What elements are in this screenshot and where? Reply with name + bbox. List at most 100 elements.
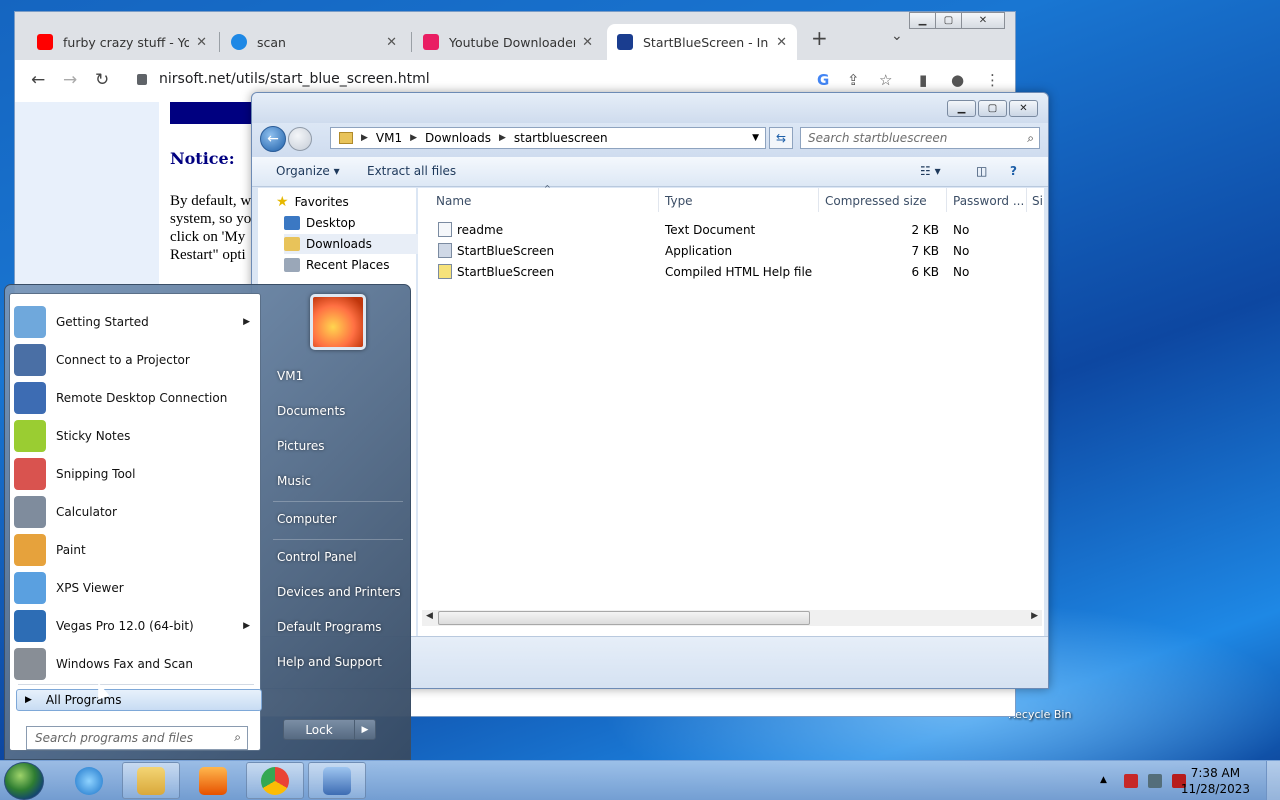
chevron-down-icon[interactable]: ▼ — [752, 133, 759, 143]
program-sticky-notes[interactable]: Sticky Notes — [14, 418, 256, 454]
reload-icon[interactable]: ↻ — [95, 70, 109, 90]
start-item-documents[interactable]: Documents — [277, 404, 345, 418]
column-header-type[interactable]: Type — [665, 194, 693, 208]
tab-title: furby crazy stuff - YouTube — [63, 34, 189, 50]
taskbar-media-player[interactable] — [184, 762, 242, 799]
desktop-icon — [284, 216, 300, 230]
show-hidden-icons-icon[interactable]: ▲ — [1100, 775, 1114, 789]
scrollbar-thumb[interactable] — [438, 611, 810, 625]
column-header-name[interactable]: Name — [436, 194, 471, 208]
tab-scan[interactable]: scan ✕ — [221, 24, 407, 60]
program-paint[interactable]: Paint — [14, 532, 256, 568]
nav-favorites[interactable]: ★ Favorites — [276, 192, 416, 212]
program-vegas-pro[interactable]: Vegas Pro 12.0 (64-bit) ▶ — [14, 608, 256, 644]
menu-icon[interactable]: ⋮ — [985, 71, 1000, 89]
start-item-help-support[interactable]: Help and Support — [277, 655, 382, 669]
user-avatar[interactable] — [310, 294, 366, 350]
forward-arrow-icon[interactable]: → — [63, 70, 77, 90]
help-icon[interactable]: ? — [1010, 164, 1017, 178]
program-snipping-tool[interactable]: Snipping Tool — [14, 456, 256, 492]
start-item-pictures[interactable]: Pictures — [277, 439, 325, 453]
explorer-search-input[interactable]: Search startbluescreen ⌕ — [800, 127, 1040, 149]
file-row[interactable]: StartBlueScreen Application 7 KB No — [418, 241, 1044, 261]
lock-button[interactable]: Lock — [283, 719, 355, 740]
start-item-devices-printers[interactable]: Devices and Printers — [277, 585, 401, 599]
show-desktop-button[interactable] — [1266, 761, 1280, 800]
nav-recent-places[interactable]: Recent Places — [284, 255, 424, 275]
nav-desktop[interactable]: Desktop — [284, 213, 424, 233]
chevron-down-icon[interactable]: ⌄ — [891, 28, 903, 44]
recycle-bin-label[interactable]: Recycle Bin — [1008, 708, 1071, 721]
start-item-computer[interactable]: Computer — [277, 512, 337, 526]
close-button[interactable]: ✕ — [961, 12, 1005, 29]
organize-button[interactable]: Organize ▾ — [276, 164, 340, 178]
scroll-left-icon[interactable]: ◀ — [426, 611, 433, 621]
preview-pane-icon[interactable]: ◫ — [976, 164, 987, 178]
back-arrow-icon[interactable]: ← — [31, 70, 45, 90]
close-icon[interactable]: ✕ — [386, 35, 397, 50]
start-search-input[interactable]: Search programs and files ⌕ — [26, 726, 248, 750]
column-header-compressed-size[interactable]: Compressed size — [825, 194, 927, 208]
system-clock[interactable]: 7:38 AM 11/28/2023 — [1181, 765, 1250, 797]
file-row[interactable]: StartBlueScreen Compiled HTML Help file … — [418, 262, 1044, 282]
url-bar[interactable]: nirsoft.net/utils/start_blue_screen.html — [159, 71, 430, 87]
column-header-password[interactable]: Password ... — [953, 194, 1024, 208]
nav-label: Favorites — [294, 195, 349, 209]
tab-youtube[interactable]: furby crazy stuff - YouTube ✕ — [27, 24, 217, 60]
taskbar-windows-explorer[interactable] — [122, 762, 180, 799]
profile-icon[interactable]: ● — [951, 71, 964, 89]
program-remote-desktop[interactable]: Remote Desktop Connection — [14, 380, 256, 416]
address-bar[interactable]: ▶ VM1 ▶ Downloads ▶ startbluescreen ▼ — [330, 127, 766, 149]
program-label: XPS Viewer — [56, 581, 124, 595]
column-header-size[interactable]: Si — [1032, 194, 1043, 208]
start-item-vm1[interactable]: VM1 — [277, 369, 303, 383]
maximize-button[interactable]: ▢ — [935, 12, 962, 29]
minimize-button[interactable]: ▁ — [947, 100, 976, 117]
close-icon[interactable]: ✕ — [196, 35, 207, 50]
program-getting-started[interactable]: Getting Started ▶ — [14, 304, 256, 340]
view-options-icon[interactable]: ☷ ▾ — [920, 164, 941, 178]
taskbar: ▲ 7:38 AM 11/28/2023 — [0, 760, 1280, 800]
start-item-default-programs[interactable]: Default Programs — [277, 620, 382, 634]
new-tab-button[interactable]: + — [811, 26, 828, 50]
taskbar-chrome[interactable] — [246, 762, 304, 799]
all-programs-button[interactable]: ▶ All Programs — [16, 689, 262, 711]
star-icon[interactable]: ☆ — [879, 71, 892, 89]
taskbar-internet-explorer[interactable] — [60, 762, 118, 799]
horizontal-scrollbar[interactable]: ◀ ▶ — [422, 610, 1042, 626]
program-calculator[interactable]: Calculator — [14, 494, 256, 530]
program-fax-scan[interactable]: Windows Fax and Scan — [14, 646, 256, 682]
start-item-control-panel[interactable]: Control Panel — [277, 550, 357, 564]
close-icon[interactable]: ✕ — [582, 35, 593, 50]
action-center-icon[interactable] — [1124, 774, 1138, 788]
tab-youtube-downloader[interactable]: Youtube Downloader - Conv ✕ — [413, 24, 603, 60]
taskbar-control-panel[interactable] — [308, 762, 366, 799]
maximize-button[interactable]: ▢ — [978, 100, 1007, 117]
extract-all-files-button[interactable]: Extract all files — [367, 164, 456, 178]
refresh-button[interactable]: ⇆ — [769, 127, 793, 149]
breadcrumb-startbluescreen[interactable]: startbluescreen — [514, 131, 608, 145]
scroll-right-icon[interactable]: ▶ — [1031, 611, 1038, 621]
start-button[interactable] — [4, 762, 44, 800]
breadcrumb-vm1[interactable]: VM1 — [376, 131, 402, 145]
start-item-music[interactable]: Music — [277, 474, 311, 488]
back-button[interactable]: ← — [260, 126, 286, 152]
breadcrumb-downloads[interactable]: Downloads — [425, 131, 491, 145]
file-password: No — [953, 265, 970, 279]
network-icon[interactable] — [1148, 774, 1162, 788]
file-row[interactable]: readme Text Document 2 KB No — [418, 220, 1044, 240]
close-button[interactable]: ✕ — [1009, 100, 1038, 117]
minimize-button[interactable]: ▁ — [909, 12, 936, 29]
close-icon[interactable]: ✕ — [776, 35, 787, 50]
program-xps-viewer[interactable]: XPS Viewer — [14, 570, 256, 606]
forward-button[interactable] — [288, 127, 312, 151]
shutdown-options-button[interactable]: ▶ — [354, 719, 376, 740]
program-connect-projector[interactable]: Connect to a Projector — [14, 342, 256, 378]
google-icon[interactable]: G — [817, 71, 829, 89]
nav-downloads[interactable]: Downloads — [284, 234, 424, 254]
scissors-icon — [14, 458, 46, 490]
share-icon[interactable]: ⇪ — [847, 71, 860, 89]
side-panel-icon[interactable]: ▮ — [919, 71, 927, 89]
lock-icon[interactable] — [137, 74, 147, 85]
tab-startbluescreen[interactable]: StartBlueScreen - Initiate ✕ — [607, 24, 797, 60]
